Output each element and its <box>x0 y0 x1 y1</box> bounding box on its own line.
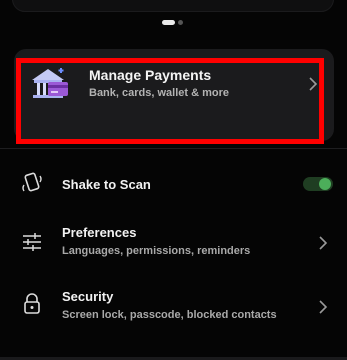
carousel-dot <box>178 20 183 25</box>
carousel-dot-active <box>162 20 175 25</box>
shake-to-scan-label: Shake to Scan <box>62 177 151 192</box>
preferences-label: Preferences <box>62 225 137 240</box>
preferences-subtitle: Languages, permissions, reminders <box>62 245 251 257</box>
security-subtitle: Screen lock, passcode, blocked contacts <box>62 309 277 321</box>
chevron-right-icon <box>319 236 328 250</box>
chevron-right-icon <box>319 300 328 314</box>
shake-to-scan-toggle[interactable] <box>303 177 333 191</box>
settings-screen: Manage Payments Bank, cards, wallet & mo… <box>0 0 347 360</box>
bank-card-icon <box>32 68 68 98</box>
phone-shake-icon <box>22 172 42 192</box>
carousel-indicator <box>162 20 183 25</box>
sliders-icon <box>23 233 41 251</box>
chevron-right-icon <box>309 77 318 91</box>
lock-icon <box>24 293 40 314</box>
toggle-knob <box>319 178 331 190</box>
security-label: Security <box>62 289 114 304</box>
manage-payments-subtitle: Bank, cards, wallet & more <box>89 87 229 99</box>
carousel-card[interactable] <box>12 0 334 12</box>
manage-payments-title: Manage Payments <box>89 67 212 83</box>
section-divider <box>0 148 347 149</box>
